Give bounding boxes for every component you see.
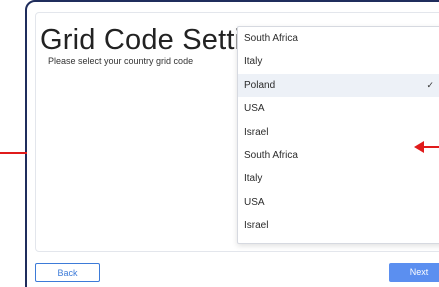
option-usa[interactable]: USA [238,191,439,214]
annotation-arrow-icon [414,141,439,153]
option-label: Italy [244,173,263,185]
option-label: USA [244,103,265,115]
option-label: Italy [244,56,263,68]
option-label: Israel [244,126,269,138]
option-label: USA [244,196,265,208]
option-south-africa[interactable]: South Africa [238,144,439,167]
next-button[interactable]: Next [389,263,439,282]
option-label: South Africa [244,33,298,44]
screen: Grid Code Settings Please select your co… [0,0,439,287]
option-israel[interactable]: Israel [238,121,439,144]
option-israel[interactable]: Israel [238,214,439,237]
option-label: Poland [244,79,276,91]
checkmark-icon: ✓ [426,79,434,90]
option-usa[interactable]: USA [238,97,439,120]
back-button[interactable]: Back [35,263,100,282]
option-poland[interactable]: Poland ✓ [238,73,439,98]
country-dropdown-list[interactable]: South Africa Italy Poland ✓ USA Israel S… [237,26,439,244]
option-italy[interactable]: Italy [238,167,439,190]
option-label: Israel [244,220,269,232]
option-label: South Africa [244,149,298,161]
annotation-line [0,152,27,154]
page-subtitle: Please select your country grid code [48,56,194,66]
option-south-africa[interactable]: South Africa [238,27,439,50]
option-italy[interactable]: Italy [238,50,439,73]
